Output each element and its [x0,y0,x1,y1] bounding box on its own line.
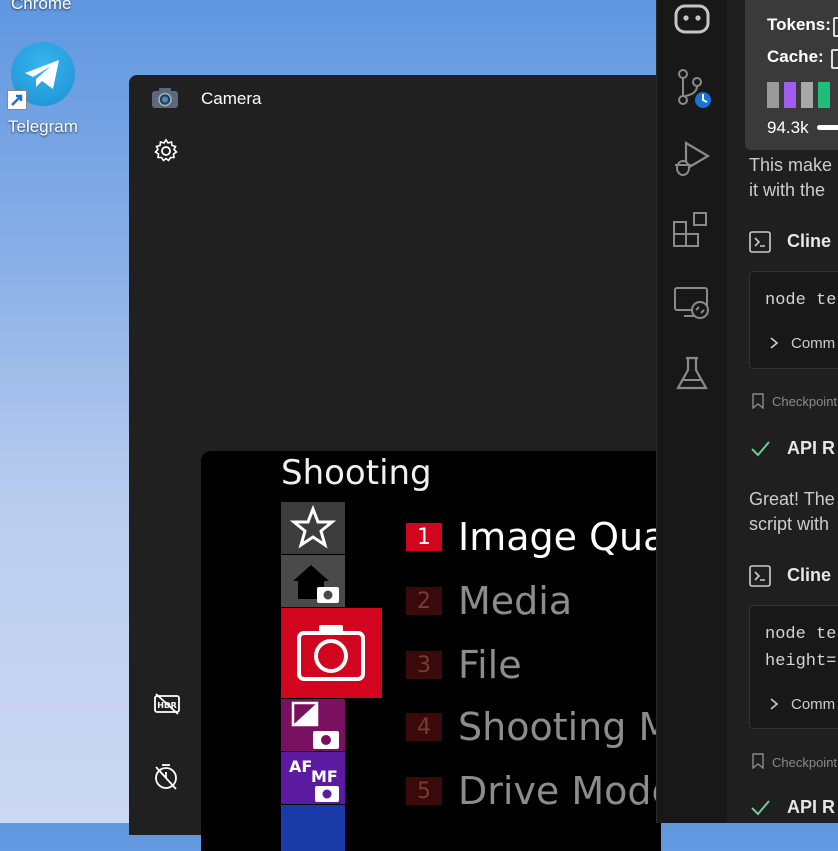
check-icon [749,797,771,819]
code-block: node te height= Comm [749,605,838,729]
copilot-icon[interactable] [670,0,714,40]
timer-off-icon[interactable] [153,763,179,791]
menu-item-label[interactable]: Shooting Mod [458,705,661,749]
usage-swatch [767,82,779,108]
checkpoint-label[interactable]: Checkpoint [772,755,837,770]
context-usage-bar [817,125,838,130]
cache-label: Cache: [767,47,824,66]
terminal-icon [749,231,771,253]
run-debug-icon[interactable] [670,137,714,181]
usage-swatch [784,82,796,108]
tokens-label: Tokens: [767,15,831,34]
menu-item-label[interactable]: Media [458,579,572,623]
cache-info-icon [831,49,838,69]
context-usage-value: 94.3k [767,118,809,137]
command-output-toggle[interactable]: Comm [791,335,835,352]
code-line: node te [765,625,837,644]
home-camera-tab [281,555,345,607]
menu-item-number: 2 [406,587,442,615]
cline-command-label: Cline [787,231,832,251]
testing-flask-icon[interactable] [670,352,714,396]
settings-gear-icon[interactable] [153,138,179,164]
message-text-line: it with the [749,180,826,200]
af-mf-tab: AF MF [281,752,345,804]
check-icon [749,438,771,460]
code-block: node te Comm [749,271,838,369]
menu-item-number: 5 [406,777,442,805]
usage-swatch [818,82,830,108]
menu-item-number: 4 [406,713,442,741]
bookmark-icon[interactable] [751,753,765,770]
svg-text:HDR: HDR [157,701,177,710]
menu-heading: Shooting [281,453,432,493]
telegram-desktop-label[interactable]: Telegram [8,117,78,137]
tokens-info-icon [833,17,838,37]
chevron-right-icon[interactable] [767,697,781,711]
usage-swatch [801,82,813,108]
activity-bar [656,0,728,823]
mf-text: MF [311,767,338,786]
hdr-off-icon[interactable]: HDR [153,692,181,716]
code-line: height= [765,652,837,671]
token-usage-tooltip: Tokens: Cache: 94.3k [745,0,838,150]
command-output-toggle[interactable]: Comm [791,696,835,713]
chrome-desktop-label[interactable]: Chrome [11,0,71,14]
exposure-tab [281,699,345,751]
star-tab [281,502,345,554]
shortcut-arrow-icon [7,90,27,110]
chevron-right-icon[interactable] [767,336,781,350]
camera-viewfinder: Shooting AF MF 1 Image Quality 2 Media 3 File… [201,451,661,851]
code-line: node te [765,291,837,310]
api-request-label[interactable]: API R [787,797,835,818]
display-tab [281,805,345,851]
camera-window: Camera HDR Shooting AF MF 1 Image Qua 2 … [129,75,661,851]
source-control-history-icon[interactable] [670,66,714,110]
message-text-line: This make [749,155,833,175]
cline-command-label: Cline [787,565,832,585]
window-title: Camera [201,89,262,108]
menu-item-number: 3 [406,651,442,679]
af-text: AF [289,757,312,776]
camera-app-icon [151,87,179,109]
menu-item-label[interactable]: Drive Mode [458,769,661,813]
shooting-tab-active [281,608,382,698]
extensions-icon[interactable] [670,208,714,252]
menu-item-number: 1 [406,523,442,551]
api-request-label[interactable]: API R [787,438,835,459]
bookmark-icon[interactable] [751,393,765,410]
remote-explorer-icon[interactable] [670,280,714,324]
message-text-line: Great! The [749,489,835,509]
checkpoint-label[interactable]: Checkpoint [772,394,837,409]
message-text-line: script with [749,514,830,534]
menu-item-label[interactable]: File [458,643,522,687]
terminal-icon [749,565,771,587]
menu-item-label[interactable]: Image Quality [458,515,661,559]
